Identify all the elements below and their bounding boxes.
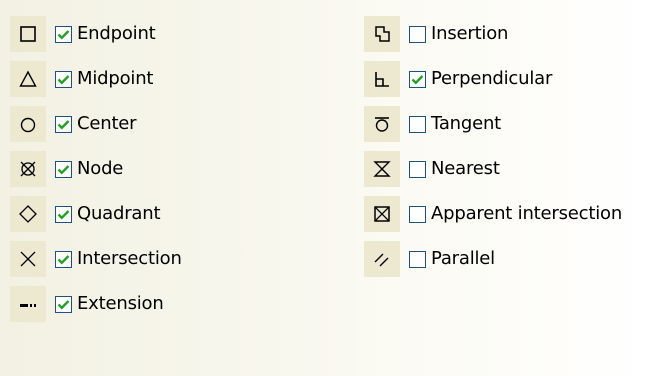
- perpendicular-icon: [364, 61, 400, 97]
- osnap-row-perpendicular[interactable]: Perpendicular: [364, 61, 552, 97]
- osnap-row-midpoint[interactable]: Midpoint: [10, 61, 153, 97]
- osnap-row-nearest[interactable]: Nearest: [364, 151, 500, 187]
- osnap-row-extension[interactable]: Extension: [10, 286, 164, 322]
- perpendicular-label[interactable]: Perpendicular: [431, 70, 552, 88]
- nearest-checkbox[interactable]: [409, 160, 426, 178]
- osnap-row-center[interactable]: Center: [10, 106, 137, 142]
- node-icon: [10, 151, 46, 187]
- center-checkbox[interactable]: [55, 115, 72, 133]
- quadrant-icon: [10, 196, 46, 232]
- insertion-label[interactable]: Insertion: [431, 25, 508, 43]
- endpoint-label[interactable]: Endpoint: [77, 25, 156, 43]
- parallel-label[interactable]: Parallel: [431, 250, 495, 268]
- insertion-icon: [364, 16, 400, 52]
- endpoint-checkbox[interactable]: [55, 25, 72, 43]
- intersection-checkbox[interactable]: [55, 250, 72, 268]
- perpendicular-checkbox[interactable]: [409, 70, 426, 88]
- osnap-row-intersection[interactable]: Intersection: [10, 241, 182, 277]
- parallel-icon: [364, 241, 400, 277]
- apparent-intersection-label[interactable]: Apparent intersection: [431, 205, 622, 223]
- osnap-row-quadrant[interactable]: Quadrant: [10, 196, 161, 232]
- center-label[interactable]: Center: [77, 115, 137, 133]
- node-label[interactable]: Node: [77, 160, 123, 178]
- osnap-row-insertion[interactable]: Insertion: [364, 16, 508, 52]
- extension-icon: [10, 286, 46, 322]
- intersection-label[interactable]: Intersection: [77, 250, 182, 268]
- extension-label[interactable]: Extension: [77, 295, 164, 313]
- osnap-row-endpoint[interactable]: Endpoint: [10, 16, 156, 52]
- osnap-row-parallel[interactable]: Parallel: [364, 241, 495, 277]
- quadrant-label[interactable]: Quadrant: [77, 205, 161, 223]
- tangent-label[interactable]: Tangent: [431, 115, 501, 133]
- apparent-intersection-checkbox[interactable]: [409, 205, 426, 223]
- nearest-icon: [364, 151, 400, 187]
- osnap-row-node[interactable]: Node: [10, 151, 123, 187]
- midpoint-label[interactable]: Midpoint: [77, 70, 153, 88]
- insertion-checkbox[interactable]: [409, 25, 426, 43]
- center-icon: [10, 106, 46, 142]
- midpoint-checkbox[interactable]: [55, 70, 72, 88]
- intersection-icon: [10, 241, 46, 277]
- tangent-icon: [364, 106, 400, 142]
- osnap-row-tangent[interactable]: Tangent: [364, 106, 501, 142]
- node-checkbox[interactable]: [55, 160, 72, 178]
- nearest-label[interactable]: Nearest: [431, 160, 500, 178]
- osnap-row-apparent-intersection[interactable]: Apparent intersection: [364, 196, 622, 232]
- midpoint-icon: [10, 61, 46, 97]
- apparent-intersection-icon: [364, 196, 400, 232]
- extension-checkbox[interactable]: [55, 295, 72, 313]
- parallel-checkbox[interactable]: [409, 250, 426, 268]
- quadrant-checkbox[interactable]: [55, 205, 72, 223]
- tangent-checkbox[interactable]: [409, 115, 426, 133]
- endpoint-icon: [10, 16, 46, 52]
